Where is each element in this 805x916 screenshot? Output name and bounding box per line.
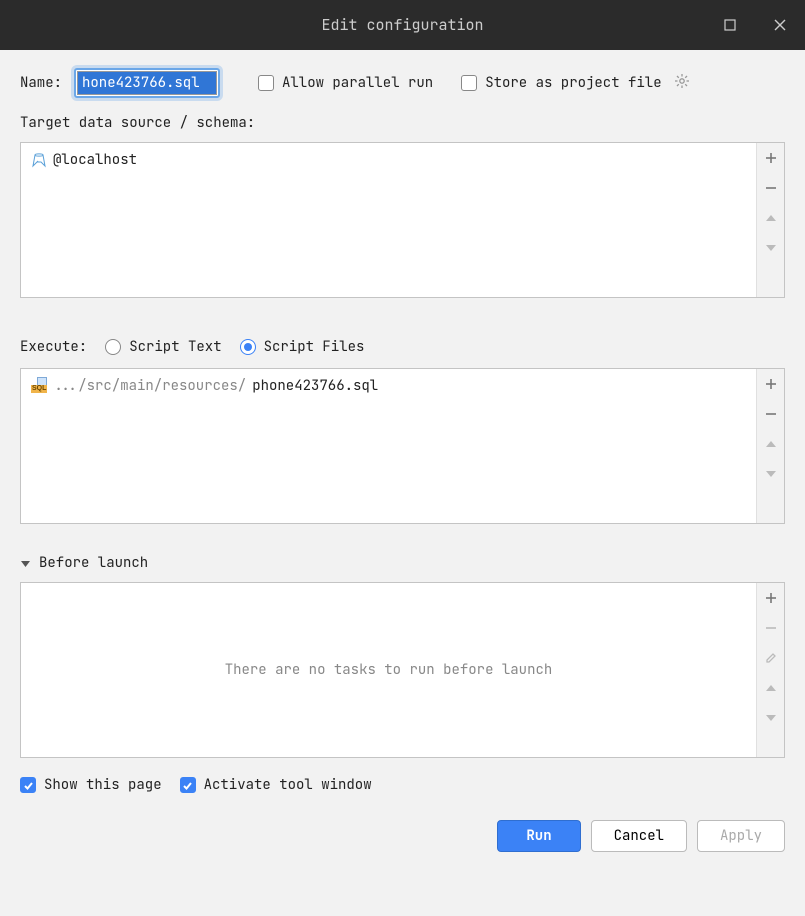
close-button[interactable] <box>755 0 805 50</box>
apply-button[interactable]: Apply <box>697 820 785 852</box>
script-file-item[interactable]: SQL .../src/main/resources/phone423766.s… <box>31 377 746 395</box>
checkbox-icon <box>258 75 274 91</box>
window-title: Edit configuration <box>321 15 483 35</box>
minus-icon <box>765 182 777 194</box>
add-button[interactable] <box>757 583 785 613</box>
datasource-toolbar <box>756 143 784 297</box>
radio-icon <box>240 339 256 355</box>
store-project-label: Store as project file <box>485 74 661 92</box>
before-launch-empty: There are no tasks to run before launch <box>21 583 756 757</box>
before-launch-label: Before launch <box>39 554 148 572</box>
close-icon <box>774 19 786 31</box>
allow-parallel-checkbox[interactable]: Allow parallel run <box>258 74 433 92</box>
store-project-checkbox[interactable]: Store as project file <box>461 74 661 92</box>
datasource-name: @localhost <box>53 151 137 169</box>
chevron-down-icon <box>765 242 777 254</box>
script-file-dir: .../src/main/resources/ <box>53 377 246 395</box>
show-page-label: Show this page <box>44 776 162 794</box>
chevron-up-icon <box>765 212 777 224</box>
plus-icon <box>765 378 777 390</box>
radio-script-text[interactable]: Script Text <box>105 338 221 356</box>
activate-tool-checkbox[interactable]: Activate tool window <box>180 776 372 794</box>
move-down-button[interactable] <box>757 233 785 263</box>
edit-button[interactable] <box>757 643 785 673</box>
scriptfiles-toolbar <box>756 369 784 523</box>
database-icon <box>31 152 47 168</box>
execute-label: Execute: <box>20 338 87 356</box>
maximize-button[interactable] <box>705 0 755 50</box>
before-launch-toggle[interactable]: Before launch <box>20 554 785 572</box>
radio-script-files[interactable]: Script Files <box>240 338 365 356</box>
allow-parallel-label: Allow parallel run <box>282 74 433 92</box>
radio-script-files-label: Script Files <box>264 338 365 356</box>
chevron-down-icon <box>20 558 31 569</box>
chevron-up-icon <box>765 438 777 450</box>
gear-icon <box>674 73 690 89</box>
move-up-button[interactable] <box>757 673 785 703</box>
plus-icon <box>765 592 777 604</box>
remove-button[interactable] <box>757 399 785 429</box>
datasource-list[interactable]: @localhost <box>20 142 785 298</box>
cancel-button[interactable]: Cancel <box>591 820 687 852</box>
target-label: Target data source / schema: <box>20 114 785 132</box>
name-label: Name: <box>20 74 62 92</box>
minus-icon <box>765 408 777 420</box>
show-page-checkbox[interactable]: Show this page <box>20 776 162 794</box>
name-input-wrap <box>74 68 220 98</box>
settings-button[interactable] <box>674 73 690 94</box>
move-up-button[interactable] <box>757 429 785 459</box>
pencil-icon <box>765 652 777 664</box>
checkbox-icon <box>180 777 196 793</box>
script-file-name: phone423766.sql <box>252 377 378 395</box>
run-button[interactable]: Run <box>497 820 580 852</box>
activate-tool-label: Activate tool window <box>204 776 372 794</box>
move-down-button[interactable] <box>757 703 785 733</box>
before-launch-toolbar <box>756 583 784 757</box>
add-button[interactable] <box>757 143 785 173</box>
name-input[interactable] <box>77 71 217 95</box>
before-launch-list[interactable]: There are no tasks to run before launch <box>20 582 785 758</box>
chevron-up-icon <box>765 682 777 694</box>
move-up-button[interactable] <box>757 203 785 233</box>
checkbox-icon <box>461 75 477 91</box>
sql-file-icon: SQL <box>31 379 47 393</box>
minus-icon <box>765 622 777 634</box>
scriptfiles-list[interactable]: SQL .../src/main/resources/phone423766.s… <box>20 368 785 524</box>
move-down-button[interactable] <box>757 459 785 489</box>
add-button[interactable] <box>757 369 785 399</box>
checkbox-icon <box>20 777 36 793</box>
radio-icon <box>105 339 121 355</box>
maximize-icon <box>724 19 736 31</box>
remove-button[interactable] <box>757 173 785 203</box>
datasource-item[interactable]: @localhost <box>31 151 746 169</box>
plus-icon <box>765 152 777 164</box>
titlebar: Edit configuration <box>0 0 805 50</box>
chevron-down-icon <box>765 468 777 480</box>
window-controls <box>705 0 805 50</box>
radio-script-text-label: Script Text <box>129 338 221 356</box>
remove-button[interactable] <box>757 613 785 643</box>
chevron-down-icon <box>765 712 777 724</box>
